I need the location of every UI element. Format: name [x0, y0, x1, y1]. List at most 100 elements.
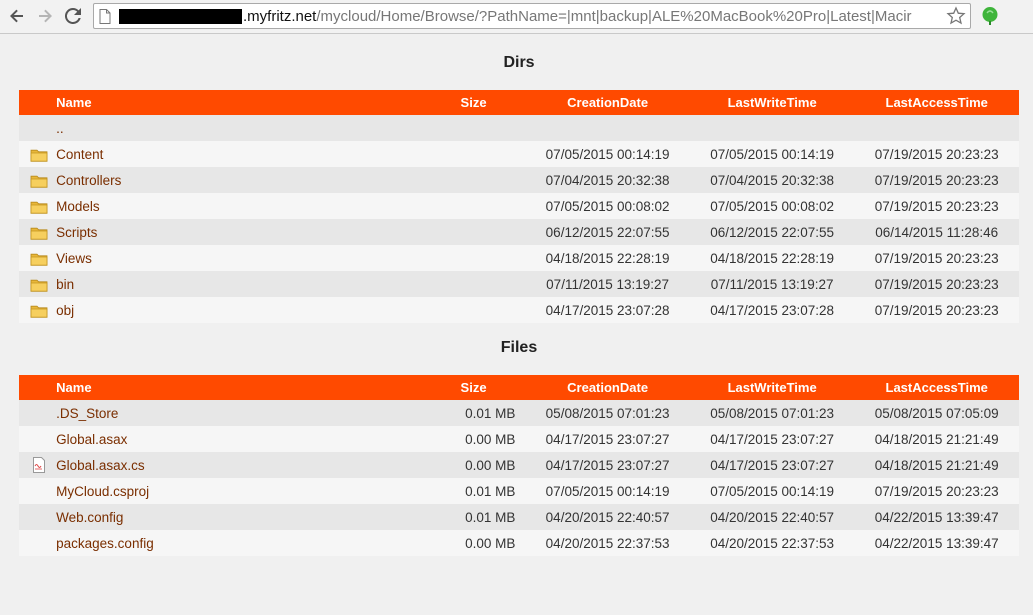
- dir-row[interactable]: bin 07/11/2015 13:19:27 07/11/2015 13:19:2…: [19, 271, 1019, 297]
- last-access-cell: 06/14/2015 11:28:46: [854, 219, 1019, 245]
- dirs-title: Dirs: [503, 54, 535, 71]
- name-cell: ..: [56, 115, 412, 141]
- file-row[interactable]: packages.config 0.00 MB 04/20/2015 22:37:5…: [19, 530, 1019, 556]
- last-access-cell: 07/19/2015 20:23:23: [854, 167, 1019, 193]
- dir-row[interactable]: Views 04/18/2015 22:28:19 04/18/2015 22:28…: [19, 245, 1019, 271]
- browse-content: Dirs Name Size CreationDate LastWriteTim…: [19, 34, 1019, 556]
- dir-row[interactable]: Controllers 07/04/2015 20:32:38 07/04/2015…: [19, 167, 1019, 193]
- row-icon-cell: [19, 141, 57, 167]
- row-icon-cell: [19, 400, 57, 426]
- row-icon-cell: [19, 530, 57, 556]
- star-icon[interactable]: [946, 6, 966, 26]
- file-row[interactable]: Global.asax 0.00 MB 04/17/2015 23:07:27 04/…: [19, 426, 1019, 452]
- file-link[interactable]: MyCloud.csproj: [56, 484, 149, 499]
- page-icon: [99, 9, 111, 24]
- reload-icon: [65, 8, 81, 24]
- size-cell: [411, 271, 526, 297]
- file-row[interactable]: MyCloud.csproj 0.01 MB 07/05/2015 00:14:19…: [19, 478, 1019, 504]
- browser-toolbar: .myfritz.net/mycloud/Home/Browse/?PathNa…: [0, 0, 1033, 34]
- dir-link[interactable]: obj: [56, 303, 74, 318]
- last-access-cell: 04/22/2015 13:39:47: [854, 504, 1019, 530]
- last-access-cell: 07/19/2015 20:23:23: [854, 193, 1019, 219]
- url-text: .myfritz.net/mycloud/Home/Browse/?PathNa…: [243, 8, 943, 25]
- dir-row[interactable]: Scripts 06/12/2015 22:07:55 06/12/2015 22:…: [19, 219, 1019, 245]
- reload-button[interactable]: [60, 4, 86, 28]
- dir-row[interactable]: Content 07/05/2015 00:14:19 07/05/2015 00:…: [19, 141, 1019, 167]
- last-write-cell: 04/20/2015 22:40:57: [689, 504, 855, 530]
- files-table-body: .DS_Store 0.01 MB 05/08/2015 07:01:23 05/08…: [19, 400, 1019, 556]
- file-link[interactable]: Global.asax: [56, 432, 127, 447]
- files-header-row: Name Size CreationDate LastWriteTime Las…: [19, 375, 1019, 400]
- url-host: .myfritz.net: [243, 8, 317, 25]
- file-link[interactable]: packages.config: [56, 536, 154, 551]
- file-link[interactable]: .DS_Store: [56, 406, 118, 421]
- file-row[interactable]: Global.asax.cs 0.00 MB 04/17/2015 23:07:27…: [19, 452, 1019, 478]
- creation-date-cell: 07/11/2015 13:19:27: [525, 271, 690, 297]
- last-write-cell: 04/20/2015 22:37:53: [689, 530, 855, 556]
- dir-row[interactable]: Models 07/05/2015 00:08:02 07/05/2015 00:0…: [19, 193, 1019, 219]
- row-icon-cell: [19, 297, 57, 323]
- name-cell: .DS_Store: [56, 400, 412, 426]
- size-cell: [411, 193, 526, 219]
- last-access-cell: [854, 115, 1019, 141]
- name-column-header[interactable]: Name: [56, 375, 412, 400]
- dir-link[interactable]: Scripts: [56, 225, 97, 240]
- last-access-cell: 04/18/2015 21:21:49: [854, 452, 1019, 478]
- size-cell: 0.01 MB: [411, 478, 526, 504]
- size-cell: [411, 167, 526, 193]
- size-column-header[interactable]: Size: [411, 90, 526, 115]
- size-cell: [411, 219, 526, 245]
- creation-date-cell: 05/08/2015 07:01:23: [525, 400, 690, 426]
- last-access-column-header[interactable]: LastAccessTime: [854, 90, 1019, 115]
- dir-link[interactable]: Models: [56, 199, 100, 214]
- back-button[interactable]: [4, 4, 30, 28]
- creation-date-cell: 06/12/2015 22:07:55: [525, 219, 690, 245]
- name-cell: Web.config: [56, 504, 412, 530]
- extension-icon[interactable]: [981, 6, 999, 26]
- dir-row[interactable]: ..: [19, 115, 1019, 141]
- creation-date-cell: 04/18/2015 22:28:19: [525, 245, 690, 271]
- last-access-cell: 04/18/2015 21:21:49: [854, 426, 1019, 452]
- name-cell: MyCloud.csproj: [56, 478, 412, 504]
- file-link[interactable]: Web.config: [56, 510, 123, 525]
- creation-date-cell: 04/17/2015 23:07:28: [525, 297, 690, 323]
- row-icon-cell: [19, 504, 57, 530]
- dir-row[interactable]: obj 04/17/2015 23:07:28 04/17/2015 23:07:2…: [19, 297, 1019, 323]
- creation-date-cell: 04/20/2015 22:37:53: [525, 530, 690, 556]
- last-access-column-header[interactable]: LastAccessTime: [854, 375, 1019, 400]
- file-link[interactable]: Global.asax.cs: [56, 458, 145, 473]
- row-icon-cell: [19, 115, 57, 141]
- dir-link[interactable]: ..: [56, 121, 64, 136]
- last-write-cell: 04/18/2015 22:28:19: [689, 245, 855, 271]
- creation-date-column-header[interactable]: CreationDate: [525, 375, 690, 400]
- name-column-header[interactable]: Name: [56, 90, 412, 115]
- file-row[interactable]: Web.config 0.01 MB 04/20/2015 22:40:57 04/2…: [19, 504, 1019, 530]
- last-write-cell: 07/04/2015 20:32:38: [689, 167, 855, 193]
- dir-link[interactable]: Controllers: [56, 173, 121, 188]
- last-write-cell: 04/17/2015 23:07:27: [689, 426, 855, 452]
- url-path: /mycloud/Home/Browse/?PathName=|mnt|back…: [316, 8, 912, 25]
- last-write-cell: 07/11/2015 13:19:27: [689, 271, 855, 297]
- address-bar[interactable]: .myfritz.net/mycloud/Home/Browse/?PathNa…: [93, 3, 971, 29]
- last-write-column-header[interactable]: LastWriteTime: [689, 90, 855, 115]
- last-write-column-header[interactable]: LastWriteTime: [689, 375, 855, 400]
- row-icon-cell: [19, 167, 57, 193]
- dir-link[interactable]: Content: [56, 147, 103, 162]
- name-cell: bin: [56, 271, 412, 297]
- row-icon-cell: [19, 245, 57, 271]
- creation-date-column-header[interactable]: CreationDate: [525, 90, 690, 115]
- files-title: Files: [500, 339, 538, 356]
- last-write-cell: 04/17/2015 23:07:28: [689, 297, 855, 323]
- file-row[interactable]: .DS_Store 0.01 MB 05/08/2015 07:01:23 05/08…: [19, 400, 1019, 426]
- dirs-table-body: .. Content 07/05/2015 00:14:19 07/05/2015 0…: [19, 115, 1019, 323]
- dir-link[interactable]: bin: [56, 277, 74, 292]
- size-column-header[interactable]: Size: [411, 375, 526, 400]
- dirs-table: Name Size CreationDate LastWriteTime Las…: [19, 90, 1019, 323]
- forward-button[interactable]: [32, 4, 58, 28]
- size-cell: 0.00 MB: [411, 426, 526, 452]
- name-cell: Content: [56, 141, 412, 167]
- dir-link[interactable]: Views: [56, 251, 92, 266]
- last-access-cell: 07/19/2015 20:23:23: [854, 478, 1019, 504]
- cs-file-icon: [32, 457, 45, 474]
- arrow-right-icon: [39, 9, 52, 23]
